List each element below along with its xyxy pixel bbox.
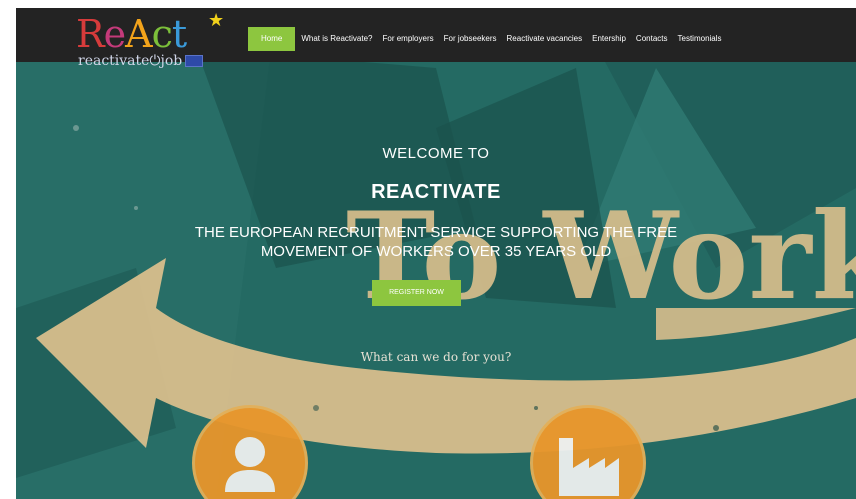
nav-item-contacts[interactable]: Contacts [631,27,673,51]
hero-welcome: WELCOME TO [382,145,490,162]
nav-item-what-is-reactivate[interactable]: What is Reactivate? [296,27,377,51]
eu-flag-icon [185,55,204,67]
jobseeker-service-circle[interactable] [192,405,308,499]
logo-letter: e [103,12,126,56]
services-question: What can we do for you? [360,350,512,364]
employer-service-circle[interactable] [530,405,646,499]
star-icon: ★ [208,10,225,30]
logo-wordmark: ReAct [76,12,187,56]
nav-item-testimonials[interactable]: Testimonials [673,27,727,51]
person-icon [225,437,275,492]
hero-tagline-line2: MOVEMENT OF WORKERS OVER 35 YEARS OLD [260,243,612,260]
register-now-button[interactable]: REGISTER NOW [372,280,461,306]
main-menu: Home What is Reactivate? For employers F… [248,27,727,51]
top-navbar: ReAct ★ reactivate⏻job Home What is Reac… [16,8,856,69]
logo-subtitle: reactivate⏻job [78,53,204,69]
nav-item-for-employers[interactable]: For employers [377,27,438,51]
hero-tagline-line1: THE EUROPEAN RECRUITMENT SERVICE SUPPORT… [194,224,678,241]
react-logo[interactable]: ReAct ★ reactivate⏻job [76,10,236,74]
hero-tagline: THE EUROPEAN RECRUITMENT SERVICE SUPPORT… [16,223,856,261]
factory-icon [559,438,619,496]
nav-item-for-jobseekers[interactable]: For jobseekers [439,27,502,51]
nav-item-reactivate-vacancies[interactable]: Reactivate vacancies [502,27,588,51]
logo-letter: A [125,12,152,56]
page-frame: To Work ReAct ★ reactivate⏻job Home What… [16,8,856,499]
logo-letter: R [76,12,105,56]
hero-brand-title: REACTIVATE [371,181,501,203]
nav-item-entership[interactable]: Entership [587,27,631,51]
nav-item-home[interactable]: Home [248,27,296,51]
logo-subtitle-text: reactivate⏻job [78,53,183,69]
logo-letter: t [171,12,187,56]
logo-letter: c [151,12,173,56]
